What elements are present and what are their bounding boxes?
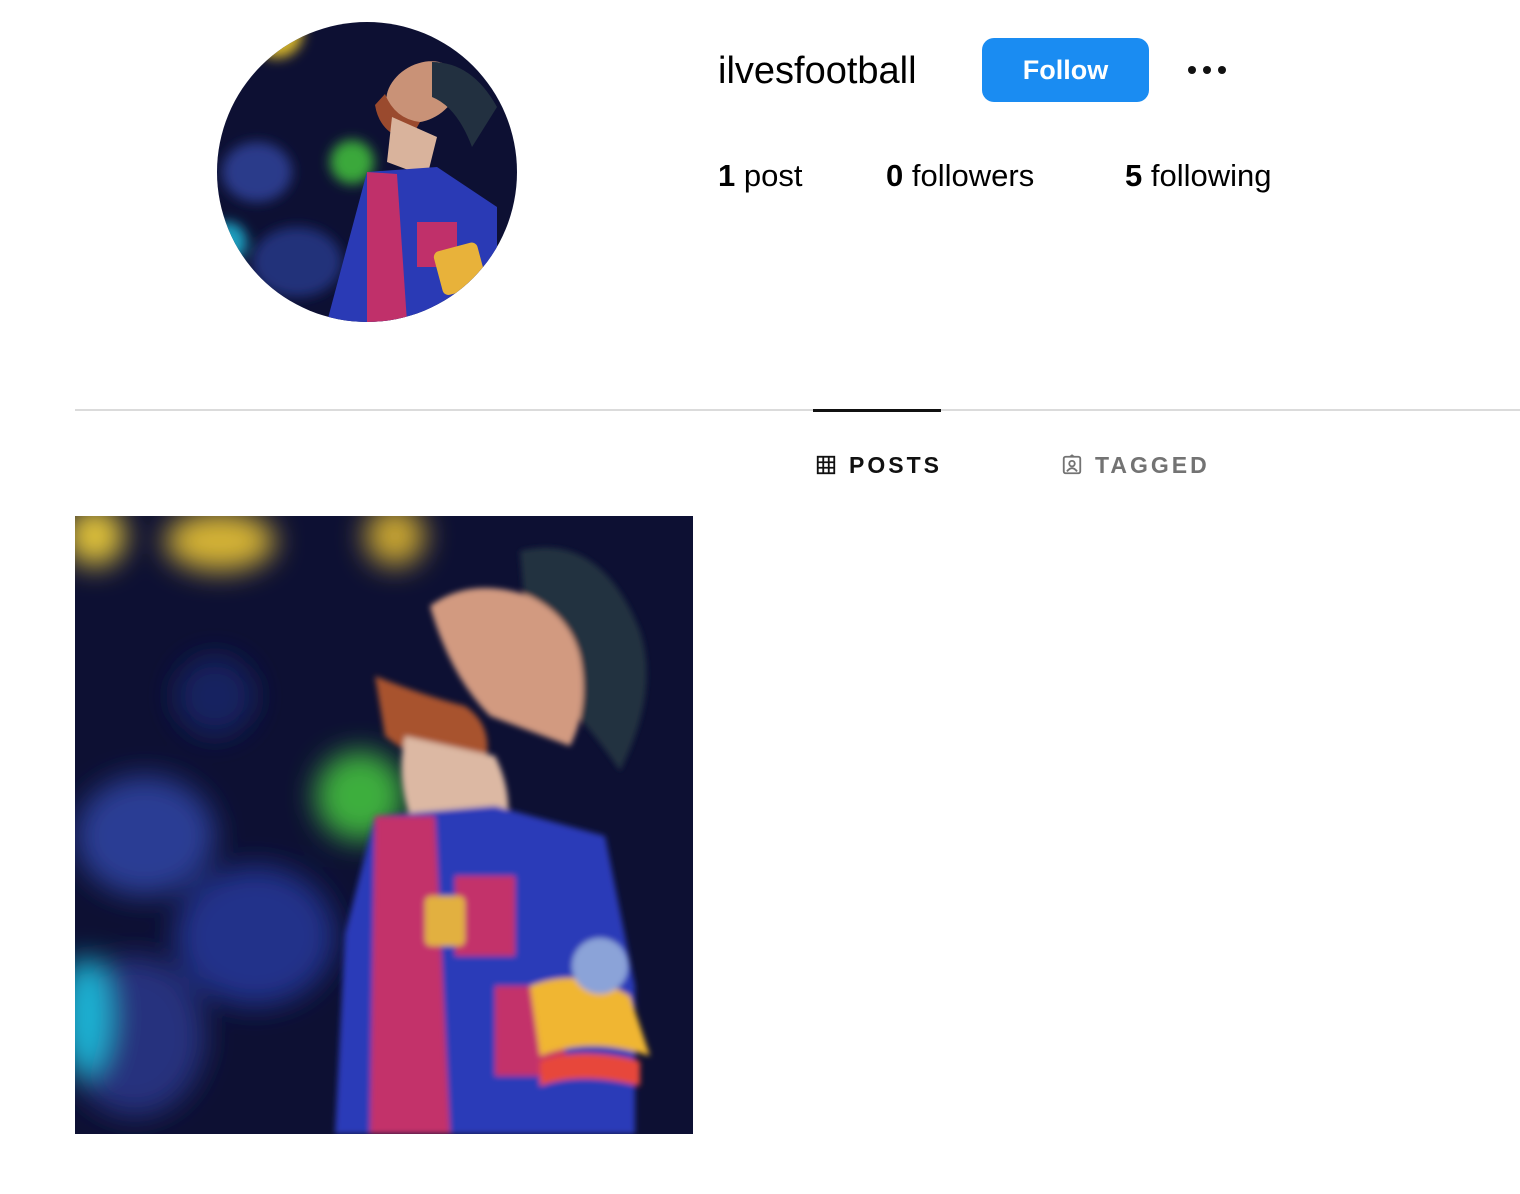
grid-icon [816, 455, 836, 475]
tab-tagged-label: TAGGED [1095, 451, 1210, 478]
posts-label: post [743, 158, 803, 193]
tab-posts[interactable]: POSTS [815, 448, 942, 482]
more-options-icon[interactable] [1180, 52, 1234, 88]
following-stat[interactable]: 5 following [1125, 156, 1272, 196]
following-count: 5 [1125, 158, 1143, 193]
profile-username: ilvesfootball [718, 50, 917, 92]
more-dot [1188, 66, 1196, 74]
posts-count-stat: 1 post [718, 156, 802, 196]
tagged-user-icon [1062, 454, 1082, 475]
post-thumbnail[interactable] [75, 516, 693, 1134]
followers-stat[interactable]: 0 followers [886, 156, 1034, 196]
tab-posts-label: POSTS [849, 451, 942, 478]
active-tab-indicator [813, 409, 941, 412]
posts-count: 1 [718, 158, 736, 193]
more-dot [1218, 66, 1226, 74]
profile-avatar[interactable] [217, 22, 517, 322]
following-label: following [1150, 158, 1272, 193]
tab-tagged[interactable]: TAGGED [1061, 448, 1210, 482]
followers-label: followers [911, 158, 1035, 193]
follow-button[interactable]: Follow [982, 38, 1149, 102]
profile-page: ilvesfootball Follow 1 post 0 followers … [0, 0, 1520, 1194]
tabs-divider [75, 409, 1520, 411]
avatar-image [217, 22, 517, 322]
more-dot [1203, 66, 1211, 74]
followers-count: 0 [886, 158, 904, 193]
post-image [75, 516, 693, 1134]
